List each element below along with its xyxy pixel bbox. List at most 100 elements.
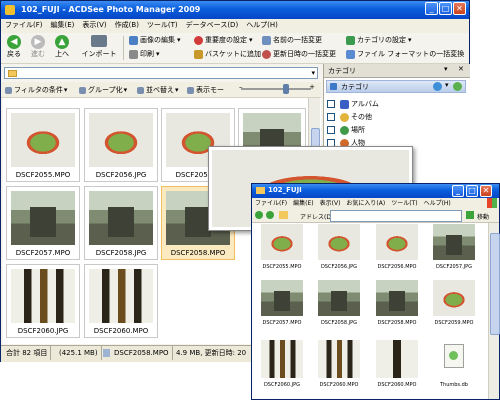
file-item[interactable]: DSCF2060.MPO: [315, 340, 363, 390]
filter-button[interactable]: フィルタの条件 ▾: [5, 85, 67, 95]
menu-tools[interactable]: ツール(T): [143, 19, 182, 32]
category-options-icon[interactable]: [433, 82, 442, 91]
category-item-album[interactable]: アルバム: [324, 98, 379, 110]
thumbnail-item[interactable]: DSCF2057.MPO: [6, 186, 80, 260]
menu-tools[interactable]: ツール(T): [388, 198, 420, 209]
photo-thumbnail: [11, 269, 75, 323]
edit-image-command[interactable]: 画像の編集 ▾: [129, 35, 181, 45]
zoom-out-icon[interactable]: –: [239, 83, 243, 91]
panel-pin-icon[interactable]: ▾: [444, 65, 448, 73]
close-button[interactable]: ✕: [480, 185, 492, 197]
explorer-title-bar[interactable]: 102_FUJI _ □ ✕: [252, 184, 499, 198]
zoom-slider[interactable]: – +: [239, 83, 315, 94]
thumbnail-item[interactable]: DSCF2060.MPO: [84, 264, 158, 338]
category-item-other[interactable]: その他: [324, 111, 372, 123]
import-button[interactable]: インポート: [81, 35, 117, 59]
db-file-icon: [444, 344, 464, 368]
file-item[interactable]: DSCF2058.MPO: [373, 280, 421, 328]
file-item[interactable]: DSCF2058.JPG: [315, 280, 363, 328]
maximize-button[interactable]: □: [439, 2, 452, 15]
forward-label: 進む: [31, 50, 45, 58]
back-arrow-icon[interactable]: [255, 211, 263, 219]
print-command[interactable]: 印刷 ▾: [129, 49, 160, 59]
photo-thumbnail: [376, 224, 418, 260]
up-button[interactable]: ▲ 上へ: [53, 35, 71, 59]
file-item[interactable]: Thumbs.db: [430, 340, 478, 390]
view-mode-button[interactable]: 表示モー: [187, 85, 224, 95]
folder-icon: [256, 187, 265, 194]
group-button[interactable]: グループ化 ▾: [79, 85, 127, 95]
back-button[interactable]: ◀ 戻る: [5, 35, 23, 59]
category-checkbox[interactable]: [327, 100, 335, 108]
file-item[interactable]: DSCF2056.JPG: [315, 224, 363, 272]
main-title-bar[interactable]: 102_FUJI - ACDSee Photo Manager 2009: [1, 1, 469, 19]
batch-format-label: ファイル フォーマットの一括変換: [357, 50, 465, 58]
panel-close-icon[interactable]: ✕: [458, 65, 464, 73]
maximize-button[interactable]: □: [466, 185, 478, 197]
menu-view[interactable]: 表示(V): [317, 198, 344, 209]
file-item[interactable]: DSCF2060.JPG: [258, 340, 306, 390]
category-add-icon[interactable]: [453, 82, 462, 91]
batch-datetime-command[interactable]: 更新日時の一括変更: [262, 49, 336, 59]
category-checkbox[interactable]: [327, 113, 335, 121]
forward-button[interactable]: ▶ 進む: [29, 35, 47, 59]
batch-rename-label: 名前の一括変更: [273, 36, 322, 44]
thumbnail-item[interactable]: DSCF2058.JPG: [84, 186, 158, 260]
status-selected-file: DSCF2058.MPO: [101, 346, 173, 360]
menu-edit[interactable]: 編集(E): [47, 19, 79, 32]
menu-help[interactable]: ヘルプ(H): [242, 19, 282, 32]
file-name: DSCF2060.JPG: [263, 382, 301, 388]
up-arrow-icon: ▲: [55, 35, 69, 49]
menu-favorites[interactable]: お気に入り(A): [343, 198, 388, 209]
thumbnail-item[interactable]: DSCF2060.JPG: [6, 264, 80, 338]
menu-file[interactable]: ファイル(F): [1, 19, 47, 32]
menu-file[interactable]: ファイル(F): [252, 198, 290, 209]
up-folder-icon[interactable]: [279, 211, 288, 219]
menu-database[interactable]: データベース(D): [182, 19, 243, 32]
menu-edit[interactable]: 編集(E): [290, 198, 316, 209]
file-item[interactable]: DSCF2059.MPO: [430, 280, 478, 328]
thumbnail-item[interactable]: DSCF2055.MPO: [6, 108, 80, 182]
file-item[interactable]: DSCF2056.MPO: [373, 224, 421, 272]
thumbnail-filename: DSCF2060.JPG: [17, 327, 69, 335]
set-category-command[interactable]: カテゴリの設定 ▾: [346, 35, 412, 45]
album-icon: [340, 99, 349, 109]
go-arrow-icon[interactable]: [466, 211, 474, 219]
photo-thumbnail: [11, 191, 75, 245]
file-item[interactable]: DSCF2057.JPG: [430, 224, 478, 272]
menu-help[interactable]: ヘルプ(H): [421, 198, 454, 209]
thumbnail-filename: DSCF2055.MPO: [15, 171, 71, 179]
set-rating-command[interactable]: 重要度の設定 ▾: [194, 35, 253, 45]
file-item[interactable]: DSCF2060.MPO: [373, 340, 421, 390]
thumbnail-item[interactable]: DSCF2056.JPG: [84, 108, 158, 182]
zoom-in-icon[interactable]: +: [309, 83, 315, 91]
file-name: DSCF2059.MPO: [434, 320, 474, 326]
go-label[interactable]: 移動: [477, 212, 489, 221]
path-dropdown-icon[interactable]: ▾: [311, 68, 315, 79]
minimize-button[interactable]: _: [452, 185, 464, 197]
menu-view[interactable]: 表示(V): [78, 19, 110, 32]
menu-create[interactable]: 作成(B): [111, 19, 143, 32]
batch-rename-command[interactable]: 名前の一括変更: [262, 35, 322, 45]
minimize-button[interactable]: _: [425, 2, 438, 15]
batch-format-command[interactable]: ファイル フォーマットの一括変換: [346, 49, 464, 59]
file-item[interactable]: DSCF2057.MPO: [258, 280, 306, 328]
photo-thumbnail: [376, 280, 418, 316]
sort-button[interactable]: 並べ替え ▾: [137, 85, 179, 95]
add-basket-command[interactable]: バスケットに追加: [194, 49, 261, 59]
chevron-down-icon[interactable]: ▾: [445, 81, 449, 89]
category-item-place[interactable]: 場所: [324, 124, 365, 136]
rating-icon: [194, 35, 203, 45]
explorer-scrollbar[interactable]: [488, 223, 500, 399]
zoom-slider-thumb[interactable]: [283, 84, 289, 94]
scroll-thumb[interactable]: [490, 233, 500, 335]
forward-arrow-icon[interactable]: [266, 211, 274, 219]
path-bar[interactable]: ▾: [4, 67, 318, 79]
forward-arrow-icon: ▶: [31, 35, 45, 49]
view-mode-label: 表示モー: [196, 86, 224, 94]
category-checkbox[interactable]: [327, 126, 335, 134]
address-input[interactable]: [330, 210, 462, 222]
convert-icon: [346, 49, 355, 59]
file-item[interactable]: DSCF2055.MPO: [258, 224, 306, 272]
close-button[interactable]: ✕: [453, 2, 466, 15]
